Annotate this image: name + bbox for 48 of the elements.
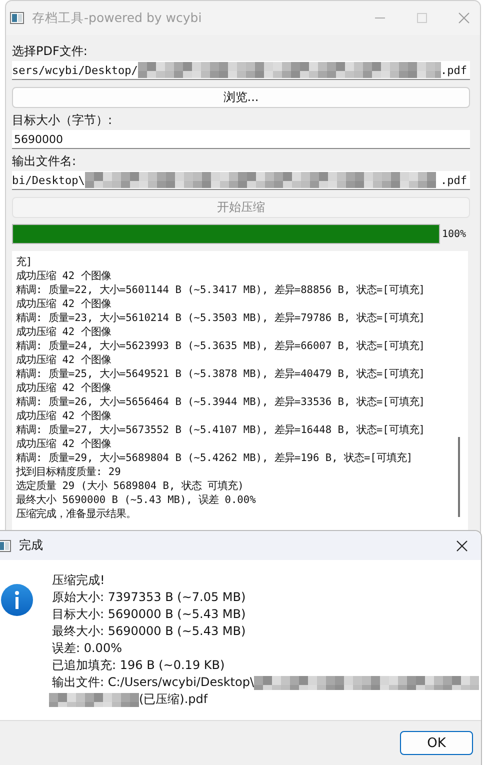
browse-button[interactable]: 浏览... xyxy=(12,87,470,108)
window-icon xyxy=(10,12,24,24)
window-title: 存档工具-powered by wcybi xyxy=(32,10,202,26)
log-line: 精调: 质量=23, 大小=5610214 B (~5.3503 MB), 差异=79786 B, 状态=[可填充] xyxy=(16,311,425,325)
message-line: 目标大小: 5690000 B (~5.43 MB) xyxy=(52,606,247,623)
log-line: 精调: 质量=25, 大小=5649521 B (~5.3878 MB), 差异=40479 B, 状态=[可填充] xyxy=(16,367,425,381)
progress-percent: 100% xyxy=(442,228,466,240)
field-value: 5690000 xyxy=(13,132,63,146)
scrollbar[interactable] xyxy=(458,437,460,517)
target-size-field[interactable]: 5690000 xyxy=(12,130,470,149)
log-line: 精调: 质量=29, 大小=5689804 B (~5.4262 MB), 差异=196 B, 状态=[可填充] xyxy=(16,451,414,465)
log-line: 找到目标精度质量: 29 xyxy=(16,465,122,479)
message-line: (已压缩).pdf xyxy=(139,691,208,708)
log-line: 精调: 质量=22, 大小=5601144 B (~5.3417 MB), 差异=88856 B, 状态=[可填充] xyxy=(16,283,425,297)
field-label: 目标大小（字节）: xyxy=(12,112,114,129)
path-text: bi/Desktop\ xyxy=(12,174,85,186)
close-icon[interactable] xyxy=(456,540,468,552)
log-line: 成功压缩 42 个图像 xyxy=(16,297,112,311)
log-line: 成功压缩 42 个图像 xyxy=(16,353,112,367)
field-label: 选择PDF文件: xyxy=(12,43,88,60)
log-line: 成功压缩 42 个图像 xyxy=(16,269,112,283)
log-line: 充] xyxy=(16,255,34,269)
maximize-icon[interactable] xyxy=(416,12,428,24)
log-line: 成功压缩 42 个图像 xyxy=(16,409,112,423)
field-label: 输出文件名: xyxy=(12,153,78,170)
message-line: 已追加填充: 196 B (~0.19 KB) xyxy=(52,657,226,674)
message-line: 输出文件: C:/Users/wcybi/Desktop\ xyxy=(52,674,254,691)
log-line: 选定质量 29 (大小 5689804 B, 状态 可填充) xyxy=(16,479,245,493)
log-line: 精调: 质量=26, 大小=5656464 B (~5.3944 MB), 差异=33536 B, 状态=[可填充] xyxy=(16,395,425,409)
log-line: 成功压缩 42 个图像 xyxy=(16,381,112,395)
window-icon xyxy=(0,540,11,552)
log-line: 压缩完成，准备显示结果。 xyxy=(16,507,137,521)
log-line: 精调: 质量=24, 大小=5623993 B (~5.3635 MB), 差异=66007 B, 状态=[可填充] xyxy=(16,339,425,353)
log-line: 成功压缩 42 个图像 xyxy=(16,437,112,451)
log-line: 最终大小 5690000 B (~5.43 MB), 误差 0.00% xyxy=(16,493,257,507)
log-line: 精调: 质量=27, 大小=5673552 B (~5.4107 MB), 差异=16448 B, 状态=[可填充] xyxy=(16,423,425,437)
message-line: 原始大小: 7397353 B (~7.05 MB) xyxy=(52,589,247,606)
ok-button[interactable]: OK xyxy=(400,731,473,755)
log-line: 成功压缩 42 个图像 xyxy=(16,325,112,339)
path-text: .pdf xyxy=(440,64,468,76)
message-line: 误差: 0.00% xyxy=(52,640,123,657)
message-line: 压缩完成! xyxy=(52,572,106,589)
dialog-title: 完成 xyxy=(19,537,43,554)
pdf-path-field[interactable]: sers/wcybi/Desktop/ .pdf xyxy=(12,61,470,80)
output-path-field[interactable]: bi/Desktop\ .pdf xyxy=(12,171,470,190)
path-text: sers/wcybi/Desktop/ xyxy=(12,64,138,76)
path-text: .pdf xyxy=(440,174,468,186)
message-line: 最终大小: 5690000 B (~5.43 MB) xyxy=(52,623,247,640)
